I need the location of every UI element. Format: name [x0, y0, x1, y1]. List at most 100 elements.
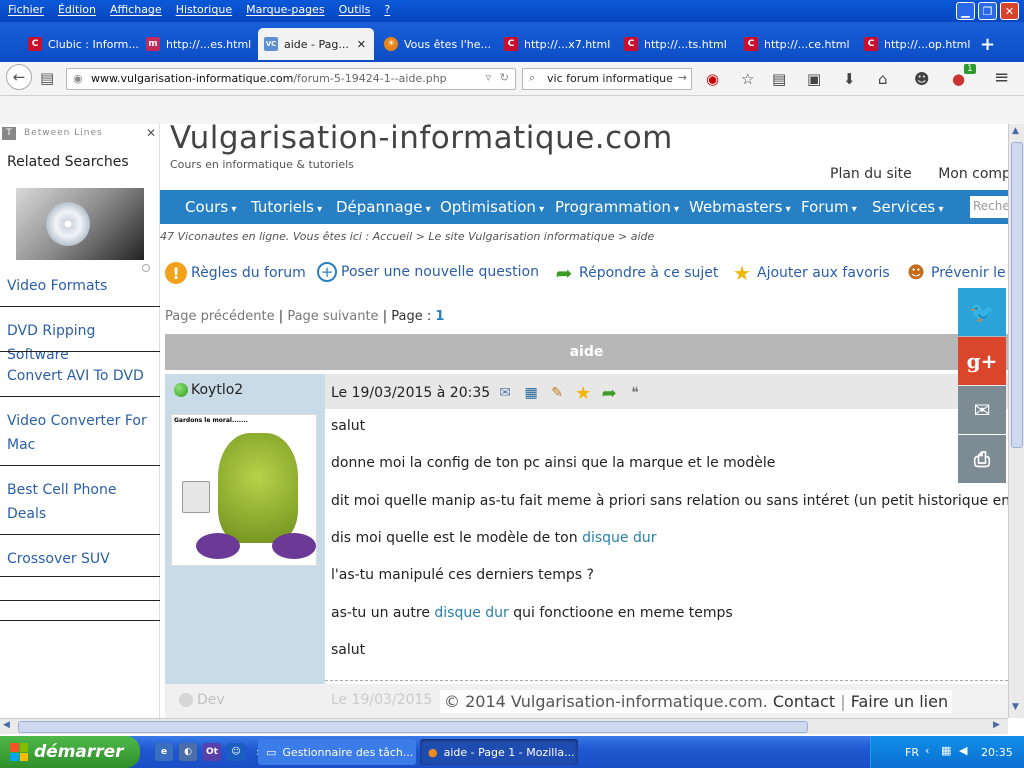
disc-icon [46, 202, 90, 246]
task-manager-task[interactable]: ▭ Gestionnaire des tâch... [258, 739, 416, 765]
tray-expand-icon[interactable]: ‹ [925, 744, 929, 757]
minimize-button[interactable]: ▁ [956, 2, 975, 20]
sidebar-link-convert-avi[interactable]: Convert AVI To DVD [7, 364, 157, 388]
quote-icon[interactable]: ❝ [624, 382, 646, 404]
tab-clubic[interactable]: C Clubic : Inform... [22, 29, 140, 59]
scroll-thumb[interactable] [1011, 142, 1023, 448]
print-icon[interactable]: ⎙ [958, 435, 1006, 483]
sidebar-link-video-formats[interactable]: Video Formats [7, 274, 157, 298]
nav-cours[interactable]: Cours [185, 198, 236, 216]
sidebar-link-dvd-ripping[interactable]: DVD Ripping Software [7, 319, 157, 367]
tab-4[interactable]: ☀ Vous êtes l'he... [378, 29, 496, 59]
nav-services[interactable]: Services [872, 198, 943, 216]
back-button[interactable]: ← [6, 64, 32, 90]
favorite-star-icon[interactable]: ★ [572, 382, 594, 404]
network-icon[interactable]: ▦ [941, 744, 951, 757]
edit-icon[interactable]: ✎ [546, 382, 568, 404]
new-tab-button[interactable]: + [980, 34, 995, 55]
nav-search-input[interactable]: Reche [970, 196, 1008, 218]
bookmark-star-icon[interactable]: ☆ [741, 70, 754, 88]
maximize-button[interactable]: ❐ [978, 2, 997, 20]
notify-button[interactable]: ☻ Prévenir le [905, 262, 1006, 284]
download-icon[interactable]: ⬇ [843, 70, 856, 88]
new-question-button[interactable]: + Poser une nouvelle question [317, 262, 539, 282]
twitter-icon[interactable]: 🐦 [958, 288, 1006, 336]
record-icon[interactable]: ◉ [706, 70, 719, 88]
sidebar-link-crossover-suv[interactable]: Crossover SUV [7, 547, 157, 571]
profile-icon[interactable]: ▦ [520, 382, 542, 404]
next-post-author[interactable]: Dev [179, 692, 225, 708]
menu-fichier[interactable]: Fichier [8, 3, 44, 16]
nav-forum[interactable]: Forum [801, 198, 857, 216]
tab-2[interactable]: m http://...es.html [140, 29, 258, 59]
site-logo[interactable]: Vulgarisation-informatique.com [170, 124, 673, 156]
volume-icon[interactable]: ◀ [959, 744, 967, 757]
nav-webmasters[interactable]: Webmasters [689, 198, 791, 216]
nav-programmation[interactable]: Programmation [555, 198, 679, 216]
close-window-button[interactable]: ✕ [1000, 2, 1019, 20]
disque-dur-link[interactable]: disque dur [434, 605, 508, 621]
reply-arrow-icon[interactable]: ➦ [598, 382, 620, 404]
start-button[interactable]: démarrer [0, 736, 140, 768]
reload-icon[interactable]: ↻ [500, 71, 509, 84]
nav-tutoriels[interactable]: Tutoriels [251, 198, 322, 216]
faire-un-lien-link[interactable]: Faire un lien [851, 692, 948, 711]
disque-dur-link[interactable]: disque dur [582, 530, 656, 546]
email-icon[interactable]: ✉ [958, 386, 1006, 434]
horizontal-scrollbar[interactable]: ◀ ▶ [0, 718, 1008, 734]
history-icon[interactable]: ▤ [40, 69, 54, 87]
dvd-thumbnail[interactable] [16, 188, 144, 260]
post-author[interactable]: Koytlo2 [174, 382, 243, 398]
mon-compte-link[interactable]: Mon comp [938, 166, 1008, 182]
message-icon[interactable]: ✉ [494, 382, 516, 404]
explorer-icon[interactable]: e [155, 743, 173, 761]
tab-5[interactable]: Chttp://...x7.html [498, 29, 616, 59]
sidebar-close-icon[interactable]: ✕ [146, 126, 156, 140]
menu-affichage[interactable]: Affichage [110, 3, 162, 16]
menu-historique[interactable]: Historique [176, 3, 232, 16]
nav-depannage[interactable]: Dépannage [336, 198, 431, 216]
sidebar-icon[interactable]: ▣ [807, 70, 821, 88]
add-favorites-button[interactable]: ★ Ajouter aux favoris [731, 261, 890, 285]
menu-aide[interactable]: ? [384, 3, 390, 16]
sidebar-link-cell-phone[interactable]: Best Cell Phone Deals [7, 478, 157, 526]
next-page-link[interactable]: Page suivante [287, 309, 378, 324]
tab-8[interactable]: Chttp://...op.html [858, 29, 976, 59]
googleplus-icon[interactable]: g+ [958, 337, 1006, 385]
firefox-task[interactable]: ● aide - Page 1 - Mozilla... [420, 739, 578, 765]
vertical-scrollbar[interactable]: ▲ ▼ [1008, 124, 1024, 718]
search-go-icon[interactable]: → [678, 71, 687, 84]
firefox-quick-icon[interactable]: ◐ [179, 743, 197, 761]
search-box[interactable]: ⌕ vic forum informatique → [522, 68, 692, 90]
current-page[interactable]: 1 [435, 309, 444, 324]
contact-link[interactable]: Contact [773, 692, 835, 711]
scroll-up-icon[interactable]: ▲ [1012, 126, 1019, 136]
url-bar[interactable]: ◉ www.vulgarisation-informatique.com/for… [66, 68, 516, 90]
outlook-icon[interactable]: Ot [203, 743, 221, 761]
menu-outils[interactable]: Outils [339, 3, 371, 16]
reply-button[interactable]: ➦ Répondre à ce sujet [553, 261, 719, 285]
language-indicator[interactable]: FR [905, 746, 919, 759]
scroll-down-icon[interactable]: ▼ [1012, 702, 1019, 712]
home-icon[interactable]: ⌂ [878, 70, 888, 88]
scroll-right-icon[interactable]: ▶ [993, 720, 1000, 730]
messenger-icon[interactable]: ☺ [227, 743, 245, 761]
menu-marque-pages[interactable]: Marque-pages [246, 3, 324, 16]
rules-button[interactable]: ! Règles du forum [165, 262, 306, 284]
dropdown-icon[interactable]: ▿ [485, 71, 491, 84]
plan-du-site-link[interactable]: Plan du site [830, 166, 912, 182]
nav-optimisation[interactable]: Optimisation [440, 198, 544, 216]
tab-6[interactable]: Chttp://...ts.html [618, 29, 736, 59]
tab-aide-active[interactable]: VC aide - Pag... ✕ [258, 28, 374, 60]
prev-page-link[interactable]: Page précédente [165, 309, 275, 324]
ad-choice-icon[interactable] [142, 264, 150, 272]
menu-edition[interactable]: Édition [58, 3, 96, 16]
tab-7[interactable]: Chttp://...ce.html [738, 29, 856, 59]
smiley-icon[interactable]: ☻ [914, 70, 930, 88]
reading-list-icon[interactable]: ▤ [772, 70, 786, 88]
scroll-thumb[interactable] [18, 721, 808, 733]
close-tab-icon[interactable]: ✕ [357, 38, 366, 51]
hamburger-menu-icon[interactable]: ≡ [994, 67, 1009, 88]
sidebar-link-video-converter[interactable]: Video Converter For Mac [7, 409, 157, 457]
scroll-left-icon[interactable]: ◀ [3, 720, 10, 730]
